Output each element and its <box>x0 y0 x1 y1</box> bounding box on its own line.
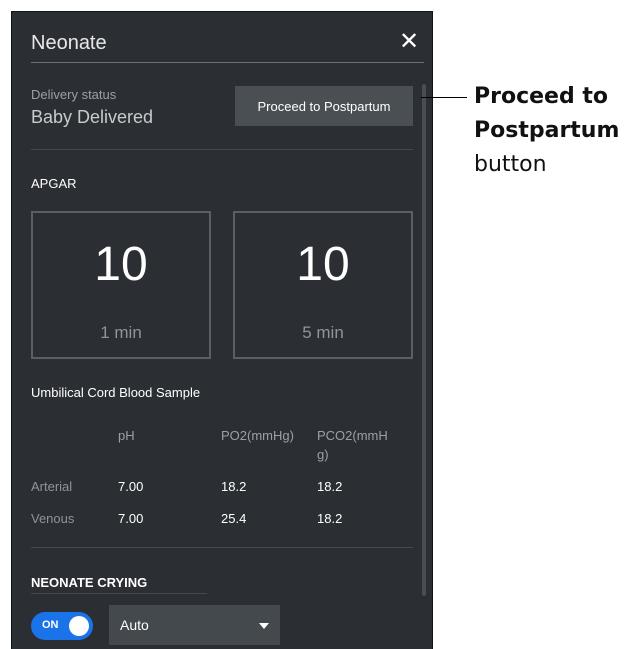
apgar-5min-box: 10 5 min <box>233 211 413 359</box>
delivery-status-value: Baby Delivered <box>31 107 154 127</box>
row-label-venous: Venous <box>31 511 75 526</box>
column-header-po2: PO2(mmHg) <box>221 428 294 443</box>
apgar-1min-box: 10 1 min <box>31 211 211 359</box>
neonate-crying-toggle[interactable]: ON <box>31 612 93 640</box>
crying-mode-select[interactable]: Auto <box>109 605 280 645</box>
apgar-heading: APGAR <box>31 176 77 191</box>
divider <box>31 149 413 150</box>
panel-title: Neonate <box>31 32 107 54</box>
column-header-pco2: PCO2(mmH <box>317 428 388 443</box>
cord-blood-heading: Umbilical Cord Blood Sample <box>31 385 201 400</box>
callout-line1: Proceed to <box>474 84 609 109</box>
neonate-crying-heading: NEONATE CRYING <box>31 575 148 590</box>
toggle-knob <box>69 616 89 636</box>
column-header-pco2-wrap: g) <box>317 447 329 462</box>
venous-ph: 7.00 <box>118 511 144 526</box>
callout-leader-line <box>421 97 467 98</box>
toggle-on-label: ON <box>42 619 59 631</box>
arterial-po2: 18.2 <box>221 479 247 494</box>
apgar-5min-label: 5 min <box>302 323 344 342</box>
column-header-ph: pH <box>118 428 135 443</box>
neonate-panel: Neonate ✕ Delivery status Baby Delivered… <box>11 11 433 649</box>
callout-line2: Postpartum <box>474 118 620 143</box>
venous-po2: 25.4 <box>221 511 247 526</box>
callout-annotation: Proceed to Postpartum button <box>474 80 634 182</box>
apgar-1min-score: 10 <box>94 238 148 291</box>
delivery-status-label: Delivery status <box>31 87 117 102</box>
apgar-1min-label: 1 min <box>100 323 142 342</box>
callout-line3: button <box>474 152 547 177</box>
arterial-pco2: 18.2 <box>317 479 343 494</box>
row-label-arterial: Arterial <box>31 479 73 494</box>
proceed-to-postpartum-button[interactable]: Proceed to Postpartum <box>235 86 413 126</box>
apgar-5min-score: 10 <box>296 238 350 291</box>
chevron-down-icon <box>259 623 269 629</box>
divider <box>31 547 413 548</box>
arterial-ph: 7.00 <box>118 479 144 494</box>
title-divider <box>31 62 424 63</box>
scrollbar[interactable] <box>422 84 426 596</box>
crying-mode-value: Auto <box>120 617 149 633</box>
close-icon[interactable]: ✕ <box>399 30 419 54</box>
crying-heading-underline <box>31 593 207 594</box>
venous-pco2: 18.2 <box>317 511 343 526</box>
